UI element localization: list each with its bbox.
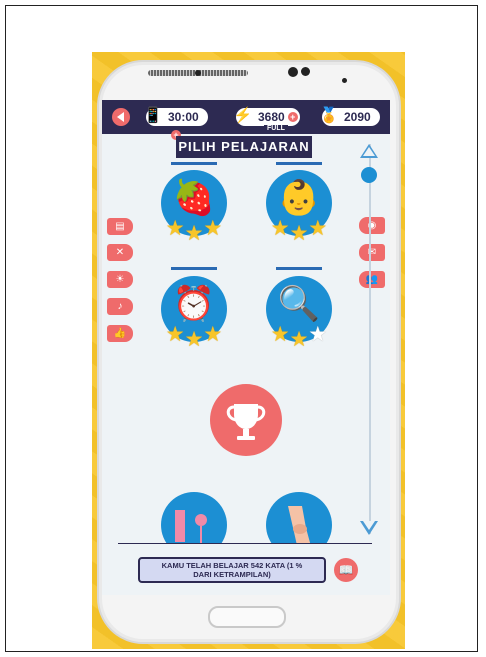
phone-light-sensor: [342, 78, 347, 83]
book-button[interactable]: ▤: [107, 218, 133, 235]
energy-full-badge: FULL: [264, 125, 288, 132]
book-info-button[interactable]: 📖: [334, 558, 358, 582]
star-icon: ★: [165, 323, 185, 346]
coins-stat: 🏅 2090: [320, 107, 380, 126]
phone-camera-2: [301, 67, 310, 76]
star-icon: ★: [308, 217, 328, 240]
lesson-alarm-clock[interactable]: ⏰ ★★★: [161, 276, 227, 351]
sun-icon: ☀: [115, 274, 125, 285]
trophy-button[interactable]: [210, 384, 282, 456]
view-button[interactable]: ◉: [359, 217, 385, 234]
tools-button[interactable]: ✕: [107, 244, 133, 261]
lesson-strawberry[interactable]: 🍓 ★★★: [161, 170, 227, 245]
back-button[interactable]: [112, 108, 130, 126]
star-icon: ★: [289, 222, 309, 245]
page-title: PILIH PELAJARAN: [176, 136, 312, 158]
brightness-button[interactable]: ☀: [107, 271, 133, 288]
lesson-stars: ★★★: [157, 323, 231, 351]
energy-plus-button[interactable]: +: [287, 112, 298, 122]
thumbs-up-icon: 👍: [113, 328, 127, 339]
timer-stat: 📱 30:00+: [144, 107, 208, 140]
star-icon: ★: [270, 323, 290, 346]
lesson-stars: ★★★: [157, 217, 231, 245]
medal-icon: 🏅: [319, 107, 339, 124]
lesson-baby[interactable]: 👶 ★★★: [266, 170, 332, 245]
app-screen: 📱 30:00+ ⚡ 3680 + FULL 🏅 2090 PILIH PELAJ…: [102, 100, 390, 595]
phone-wifi-icon: 📱: [143, 107, 163, 124]
bell-icon: ♪: [117, 301, 123, 312]
lesson-progress-bar: [171, 162, 217, 165]
phone-home-button[interactable]: [208, 606, 286, 628]
trophy-icon: [226, 404, 266, 440]
phone-camera: [288, 67, 298, 77]
info-text-line1: KAMU TELAH BELAJAR 542 KATA (1 %: [161, 561, 303, 570]
friends-button[interactable]: 👥: [359, 271, 385, 288]
star-icon: ★: [184, 328, 204, 351]
book-icon: ▤: [115, 221, 125, 232]
info-text-line2: DARI KETRAMPILAN): [193, 570, 271, 579]
phone-sensor-dot: [195, 70, 201, 76]
energy-stat: ⚡ 3680 +: [234, 107, 300, 126]
progress-fill: [276, 162, 322, 165]
scroll-down-arrow-icon[interactable]: [360, 521, 378, 535]
scrollbar-thumb[interactable]: [361, 167, 377, 183]
star-icon: ★: [203, 217, 223, 240]
star-icon: ★: [203, 323, 223, 346]
scrollbar-track[interactable]: [369, 144, 371, 534]
open-book-icon: 📖: [338, 563, 354, 577]
lesson-progress-bar: [276, 267, 322, 270]
star-icon: ★: [165, 217, 185, 240]
progress-fill: [171, 267, 217, 270]
timer-value: 30:00: [168, 110, 199, 124]
lightning-icon: ⚡: [233, 107, 253, 124]
message-button[interactable]: ✉: [359, 244, 385, 261]
lesson-progress-bar: [171, 267, 217, 270]
like-button[interactable]: 👍: [107, 325, 133, 342]
lesson-stars: ★★★: [262, 217, 336, 245]
star-icon: ★: [289, 328, 309, 351]
learning-status-bar: KAMU TELAH BELAJAR 542 KATA (1 % DARI KE…: [138, 557, 326, 583]
notification-button[interactable]: ♪: [107, 298, 133, 315]
star-icon: ★: [270, 217, 290, 240]
empty-star-icon: ★: [308, 323, 328, 346]
lesson-stars: ★★★: [262, 323, 336, 351]
crossed-tools-icon: ✕: [115, 247, 125, 258]
top-bar: 📱 30:00+ ⚡ 3680 + FULL 🏅 2090: [102, 100, 390, 140]
star-icon: ★: [184, 222, 204, 245]
people-icon: 👥: [365, 274, 379, 285]
divider-line: [118, 543, 372, 544]
lesson-progress-bar: [276, 162, 322, 165]
progress-fill: [171, 162, 217, 165]
coins-value: 2090: [344, 110, 371, 124]
scroll-up-arrow-icon[interactable]: [360, 144, 378, 158]
progress-fill: [276, 267, 322, 270]
lesson-magnifier[interactable]: 🔍 ★★★: [266, 276, 332, 351]
energy-value: 3680: [258, 110, 285, 124]
